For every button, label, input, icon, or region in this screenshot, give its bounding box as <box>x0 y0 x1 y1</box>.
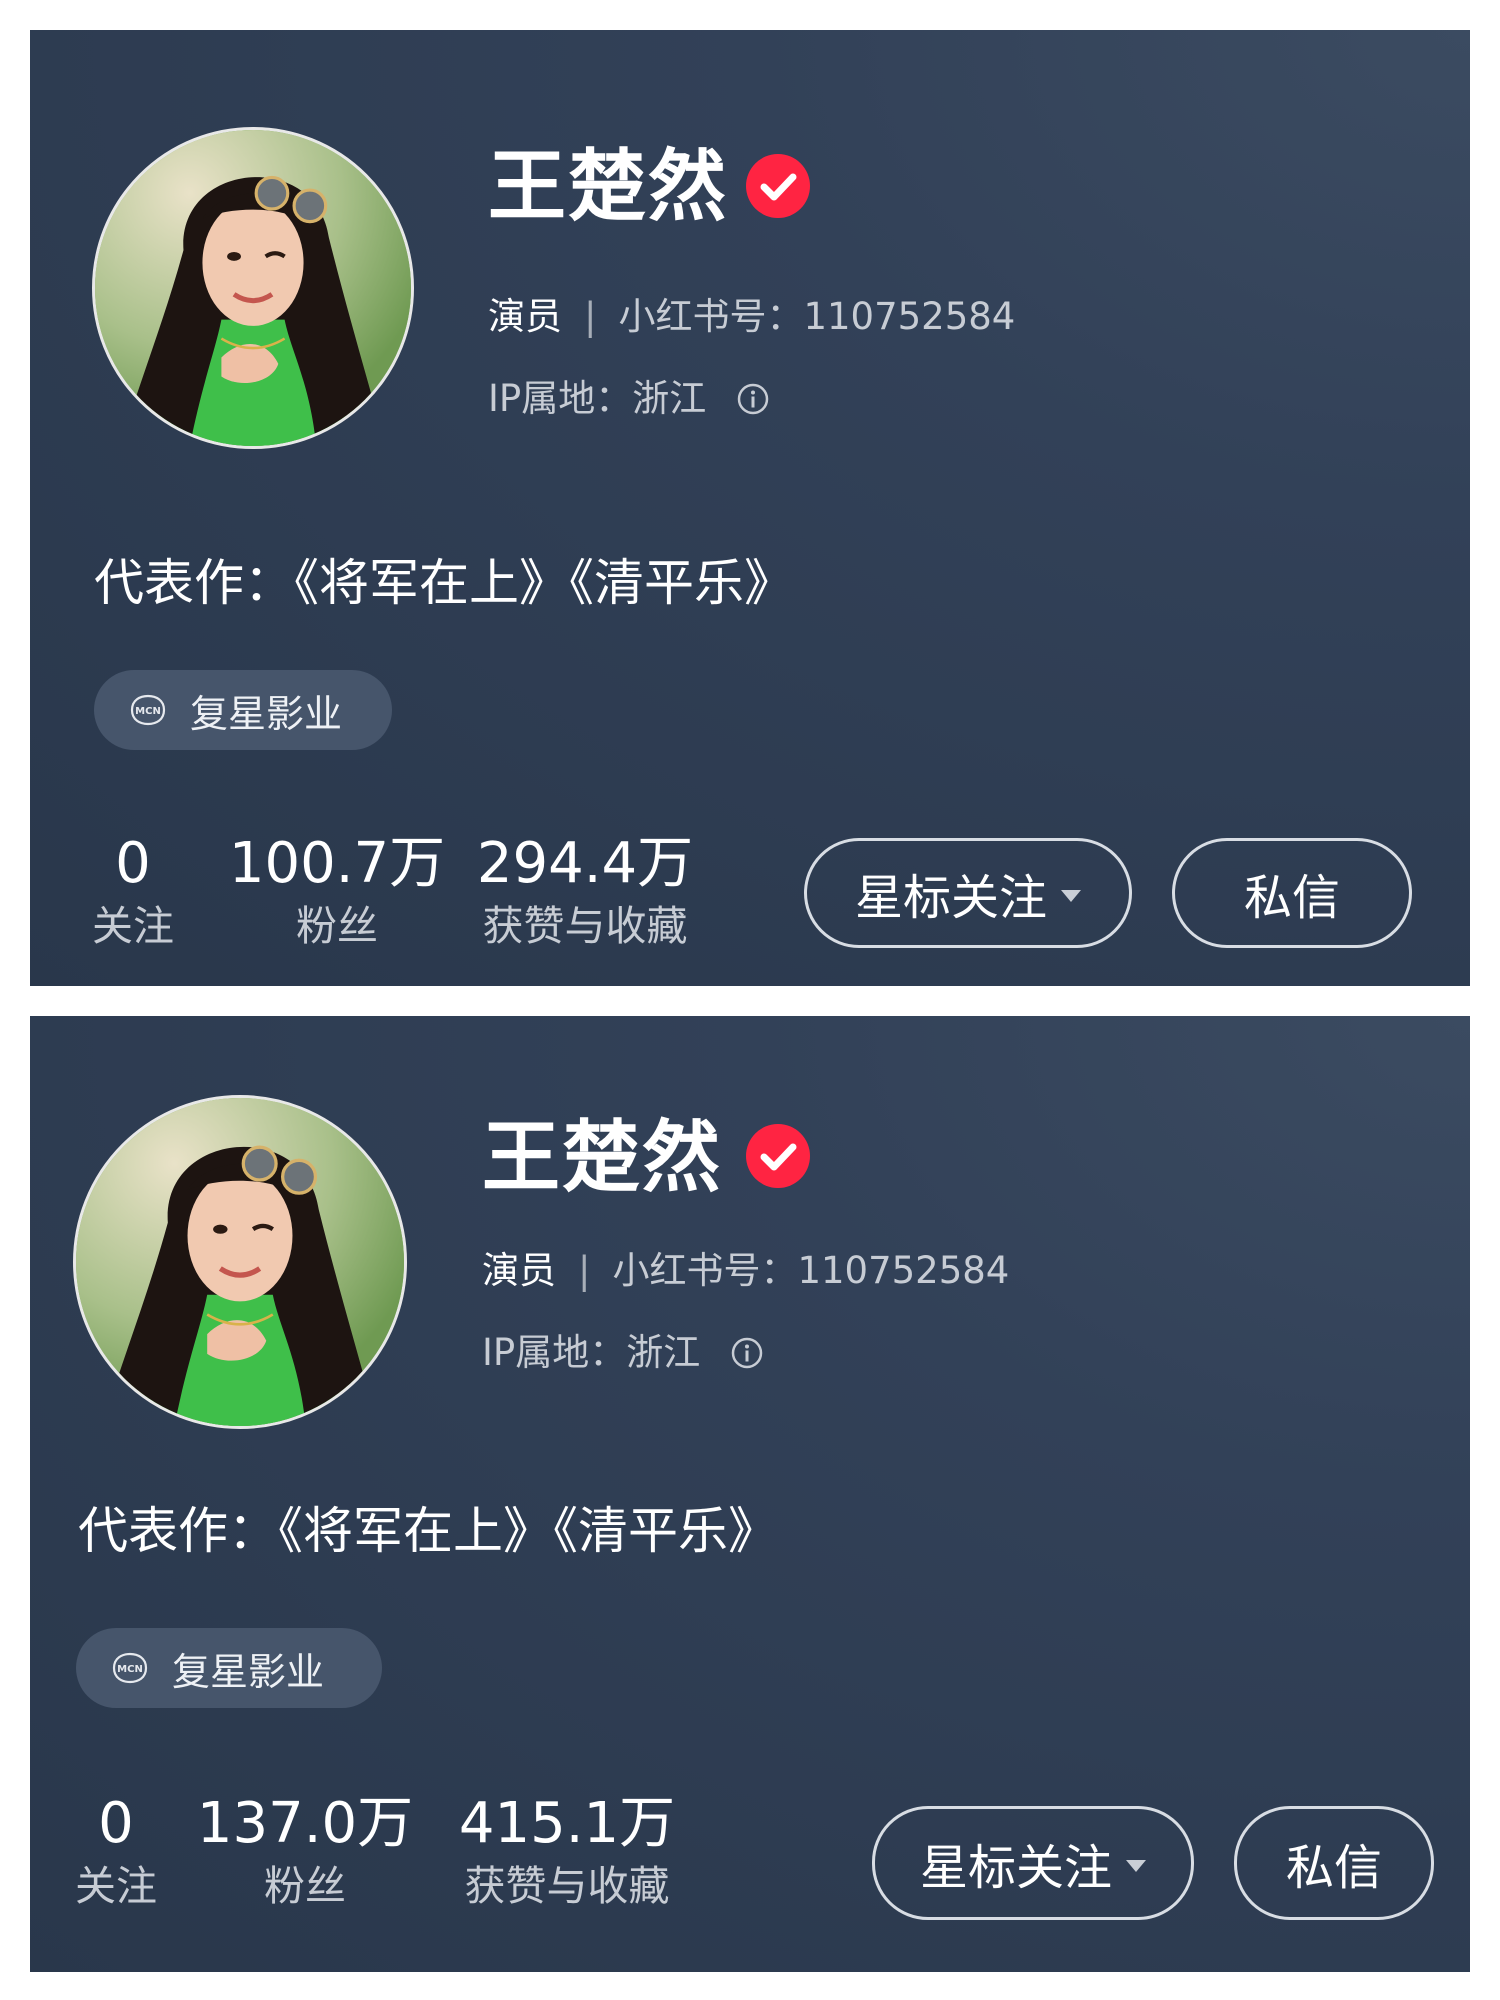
verified-check-icon <box>746 154 810 218</box>
avatar[interactable] <box>92 127 414 449</box>
message-button[interactable]: 私信 <box>1172 838 1412 948</box>
star-follow-button[interactable]: 星标关注 <box>872 1806 1194 1920</box>
xhs-id-label: 小红书号： <box>612 1249 798 1292</box>
likes-label: 获赞与收藏 <box>482 902 688 950</box>
profile-meta: 演员 | 小红书号：110752584 <box>482 1252 1009 1289</box>
mcn-badge-icon: MCN MCN <box>112 1652 148 1684</box>
avatar[interactable] <box>73 1095 407 1429</box>
ip-label: IP属地： <box>482 1331 627 1374</box>
followers-label: 粉丝 <box>296 902 378 950</box>
followers-count: 137.0万 <box>196 1791 414 1856</box>
likes-count: 294.4万 <box>476 831 694 896</box>
followers-stat[interactable]: 137.0万 粉丝 <box>190 1796 420 1907</box>
mcn-name: 复星影业 <box>190 691 343 736</box>
profile-card: 王楚然 演员 | 小红书号：110752584 IP属地：浙江 代表作：《将军在上》… <box>30 30 1470 986</box>
mcn-name: 复星影业 <box>172 1649 325 1694</box>
xhs-id-value[interactable]: 110752584 <box>803 295 1015 338</box>
followers-count: 100.7万 <box>228 831 446 896</box>
verified-check-icon <box>746 1124 810 1188</box>
following-stat[interactable]: 0 关注 <box>86 836 180 947</box>
message-button[interactable]: 私信 <box>1234 1806 1434 1920</box>
message-label: 私信 <box>1243 870 1340 926</box>
svg-text:MCN: MCN <box>117 1664 143 1675</box>
ip-location: IP属地：浙江 <box>482 1334 764 1371</box>
ip-value: 浙江 <box>632 377 707 420</box>
representative-works: 代表作：《将军在上》《清平乐》 <box>78 1502 778 1560</box>
following-label: 关注 <box>75 1862 157 1910</box>
xhs-id-value[interactable]: 110752584 <box>797 1249 1009 1292</box>
following-count: 0 <box>115 831 151 896</box>
ip-value: 浙江 <box>626 1331 701 1374</box>
likes-stat[interactable]: 415.1万 获赞与收藏 <box>432 1796 702 1907</box>
mcn-chip[interactable]: MCN MCN 复星影业 <box>76 1628 382 1708</box>
avatar-photo <box>95 130 411 446</box>
role-label: 演员 <box>488 295 562 338</box>
followers-stat[interactable]: 100.7万 粉丝 <box>212 836 462 947</box>
ip-location: IP属地：浙江 <box>488 380 770 417</box>
likes-count: 415.1万 <box>458 1791 676 1856</box>
info-circle-icon[interactable] <box>736 382 770 416</box>
likes-label: 获赞与收藏 <box>464 1862 670 1910</box>
svg-text:MCN: MCN <box>135 706 161 717</box>
following-stat[interactable]: 0 关注 <box>66 1796 166 1907</box>
caret-down-icon <box>1126 1860 1146 1872</box>
caret-down-icon <box>1061 890 1081 902</box>
profile-name: 王楚然 <box>482 1113 723 1203</box>
star-follow-button[interactable]: 星标关注 <box>804 838 1132 948</box>
likes-stat[interactable]: 294.4万 获赞与收藏 <box>470 836 700 947</box>
profile-card: 王楚然 演员 | 小红书号：110752584 IP属地：浙江 代表作：《将军在上》… <box>30 1016 1470 1972</box>
following-label: 关注 <box>92 902 174 950</box>
xhs-id-label: 小红书号： <box>618 295 804 338</box>
mcn-chip[interactable]: MCN MCN 复星影业 <box>94 670 392 750</box>
representative-works: 代表作：《将军在上》《清平乐》 <box>94 554 794 612</box>
role-label: 演员 <box>482 1249 556 1292</box>
profile-name: 王楚然 <box>488 142 729 232</box>
message-label: 私信 <box>1285 1840 1382 1896</box>
profile-meta: 演员 | 小红书号：110752584 <box>488 298 1015 335</box>
info-circle-icon[interactable] <box>730 1336 764 1370</box>
following-count: 0 <box>98 1791 134 1856</box>
mcn-badge-icon: MCN MCN <box>130 694 166 726</box>
separator: | <box>584 295 597 338</box>
separator: | <box>578 1249 591 1292</box>
star-follow-label: 星标关注 <box>854 870 1047 926</box>
ip-label: IP属地： <box>488 377 633 420</box>
star-follow-label: 星标关注 <box>919 1840 1112 1896</box>
followers-label: 粉丝 <box>264 1862 346 1910</box>
avatar-photo <box>76 1098 404 1426</box>
